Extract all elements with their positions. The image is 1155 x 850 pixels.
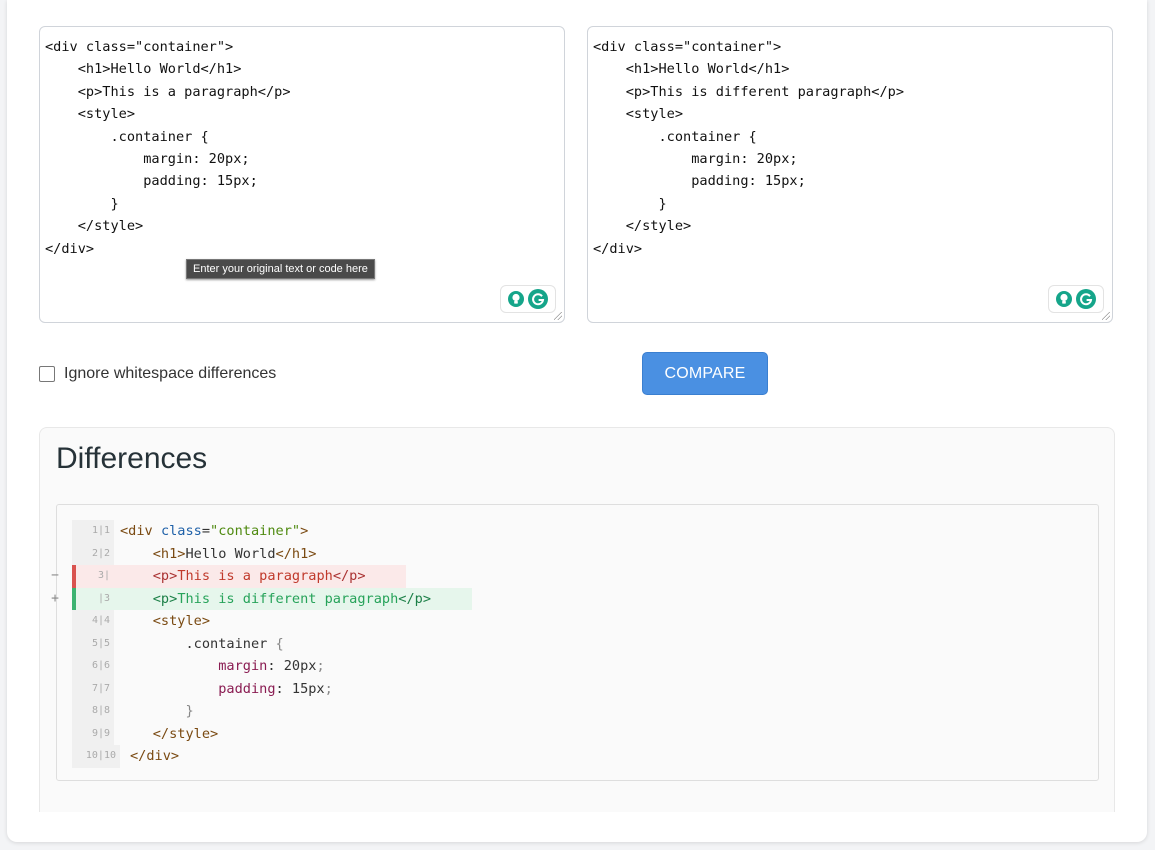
diff-code: <p>This is different paragraph</p> xyxy=(152,590,432,607)
diff-line: 10|10 </div> xyxy=(57,745,1098,768)
line-number: 6|6 xyxy=(72,655,114,678)
line-number: 3| xyxy=(97,570,110,581)
minus-icon: − xyxy=(51,568,59,583)
diff-line: 8|8 } xyxy=(57,700,1098,723)
diff-line-removed: − 3| <p>This is a paragraph</p> xyxy=(51,565,1098,588)
line-number: 7|7 xyxy=(72,677,114,700)
resize-handle[interactable] xyxy=(1102,312,1110,320)
line-number: 9|9 xyxy=(72,722,114,745)
diff-code: } xyxy=(185,703,194,719)
line-number: 4|4 xyxy=(72,610,114,633)
line-number: 1|1 xyxy=(72,520,114,543)
diff-line: 1|1 <div class="container"> xyxy=(57,520,1098,543)
diff-code: <div class="container"> xyxy=(120,523,309,539)
diff-code: margin: 20px; xyxy=(218,658,325,674)
grammarly-icon[interactable] xyxy=(528,289,548,309)
grammarly-widget[interactable] xyxy=(1048,285,1104,313)
diff-code: <style> xyxy=(152,613,211,629)
diff-output: 1|1 <div class="container"> 2|2 <h1>Hello … xyxy=(51,504,1099,781)
diff-line-added: + |3 <p>This is different paragraph</p> xyxy=(51,587,1098,610)
diff-lines: 1|1 <div class="container"> 2|2 <h1>Hello … xyxy=(51,520,1098,768)
lightbulb-icon[interactable] xyxy=(1056,291,1072,307)
line-number: 2|2 xyxy=(72,542,114,565)
line-number: 5|5 xyxy=(72,632,114,655)
resize-handle[interactable] xyxy=(554,312,562,320)
line-number: 10|10 xyxy=(72,745,120,768)
ignore-whitespace-label[interactable]: Ignore whitespace differences xyxy=(64,365,276,383)
line-number: |3 xyxy=(97,592,110,604)
diff-line: 5|5 .container { xyxy=(57,632,1098,655)
grammarly-widget[interactable] xyxy=(500,285,556,313)
plus-icon: + xyxy=(51,590,59,606)
editor-tooltip: Enter your original text or code here xyxy=(186,259,375,279)
diff-code: padding: 15px; xyxy=(218,680,333,697)
changed-text-editor[interactable] xyxy=(587,26,1113,323)
diff-line: 2|2 <h1>Hello World</h1> xyxy=(57,542,1098,565)
options-row: Ignore whitespace differences xyxy=(39,365,276,383)
diff-code: </style> xyxy=(152,725,219,742)
diff-line: 4|4 <style> xyxy=(57,610,1098,633)
main-card: Enter your original text or code here Ig… xyxy=(7,0,1147,842)
ignore-whitespace-checkbox[interactable] xyxy=(39,366,55,382)
lightbulb-icon[interactable] xyxy=(508,291,524,307)
diff-line: 9|9 </style> xyxy=(57,722,1098,745)
diff-line: 6|6 margin: 20px; xyxy=(57,655,1098,678)
diff-code: </div> xyxy=(130,748,180,764)
grammarly-icon[interactable] xyxy=(1076,289,1096,309)
differences-title: Differences xyxy=(56,442,208,475)
diff-line: 7|7 padding: 15px; xyxy=(57,677,1098,700)
line-number: 8|8 xyxy=(72,700,114,723)
differences-panel: Differences 1|1 <div class="container"> 2|… xyxy=(39,427,1115,812)
diff-code: <h1>Hello World</h1> xyxy=(152,545,317,562)
diff-code: <p>This is a paragraph</p> xyxy=(152,568,366,584)
changed-textarea[interactable] xyxy=(588,27,1112,322)
compare-button[interactable]: COMPARE xyxy=(642,352,768,395)
diff-code: .container { xyxy=(120,635,284,652)
